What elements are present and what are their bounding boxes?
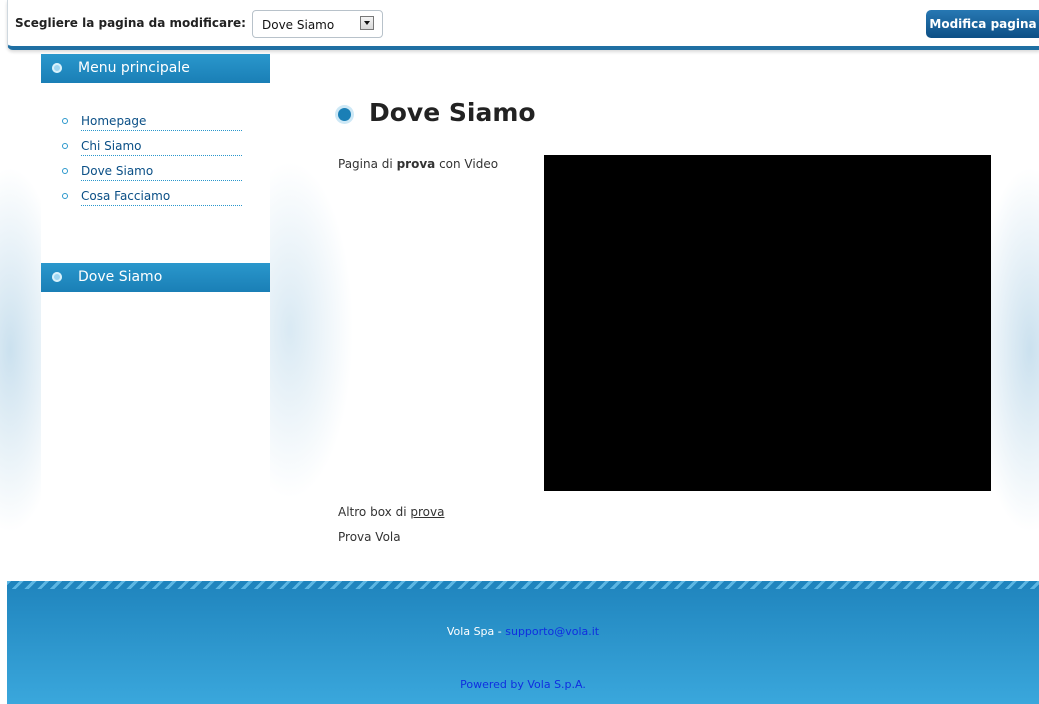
bullet-icon bbox=[62, 143, 68, 149]
bullet-icon bbox=[52, 272, 62, 282]
intro-prefix: Pagina di bbox=[338, 157, 393, 171]
menu-item-homepage: Homepage bbox=[61, 112, 261, 137]
menu-link-cosa-facciamo[interactable]: Cosa Facciamo bbox=[81, 189, 242, 206]
bullet-icon bbox=[62, 193, 68, 199]
bullet-icon bbox=[62, 118, 68, 124]
altro-link[interactable]: prova bbox=[410, 505, 444, 519]
intro-suffix: con Video bbox=[439, 157, 499, 171]
bullet-icon bbox=[62, 168, 68, 174]
sidebar: Menu principale Homepage Chi Siamo Dove … bbox=[41, 54, 270, 500]
menu-item-chi-siamo: Chi Siamo bbox=[61, 137, 261, 162]
menu-item-cosa-facciamo: Cosa Facciamo bbox=[61, 187, 261, 212]
title-bullet-icon bbox=[338, 108, 351, 121]
menu-link-homepage[interactable]: Homepage bbox=[81, 114, 242, 131]
intro-text: Pagina di prova con Video bbox=[338, 157, 498, 171]
bullet-icon bbox=[52, 63, 62, 73]
altro-box-text: Altro box di prova bbox=[338, 505, 444, 519]
prova-text: Prova Vola bbox=[338, 530, 401, 544]
footer-company: Vola Spa - bbox=[446, 625, 502, 638]
section-header: Dove Siamo bbox=[41, 263, 270, 292]
intro-bold: prova bbox=[396, 157, 436, 171]
page-select-value: Dove Siamo bbox=[262, 18, 335, 32]
menu-link-dove-siamo[interactable]: Dove Siamo bbox=[81, 164, 242, 181]
section-title: Dove Siamo bbox=[78, 269, 163, 285]
page-selector-toolbar: Scegliere la pagina da modificare: Dove … bbox=[7, 0, 1039, 50]
footer: Vola Spa - supporto@vola.it Powered by V… bbox=[7, 581, 1039, 704]
main-menu: Homepage Chi Siamo Dove Siamo Cosa Facci… bbox=[41, 112, 261, 212]
chevron-down-icon[interactable] bbox=[360, 16, 374, 30]
altro-prefix: Altro box di bbox=[338, 505, 407, 519]
page-select[interactable]: Dove Siamo bbox=[252, 10, 383, 38]
main-menu-header: Menu principale bbox=[41, 54, 270, 83]
edit-page-button[interactable]: Modifica pagina bbox=[926, 10, 1039, 38]
menu-item-dove-siamo: Dove Siamo bbox=[61, 162, 261, 187]
main-menu-title: Menu principale bbox=[78, 60, 190, 76]
footer-contact: Vola Spa - supporto@vola.it bbox=[7, 625, 1039, 638]
video-player[interactable] bbox=[544, 155, 991, 491]
page-title: Dove Siamo bbox=[369, 98, 536, 127]
footer-stripes bbox=[7, 581, 1039, 589]
menu-link-chi-siamo[interactable]: Chi Siamo bbox=[81, 139, 242, 156]
page-selector-label: Scegliere la pagina da modificare: bbox=[15, 16, 246, 30]
footer-powered-link[interactable]: Powered by Vola S.p.A. bbox=[7, 678, 1039, 691]
footer-email-link[interactable]: supporto@vola.it bbox=[505, 625, 599, 638]
